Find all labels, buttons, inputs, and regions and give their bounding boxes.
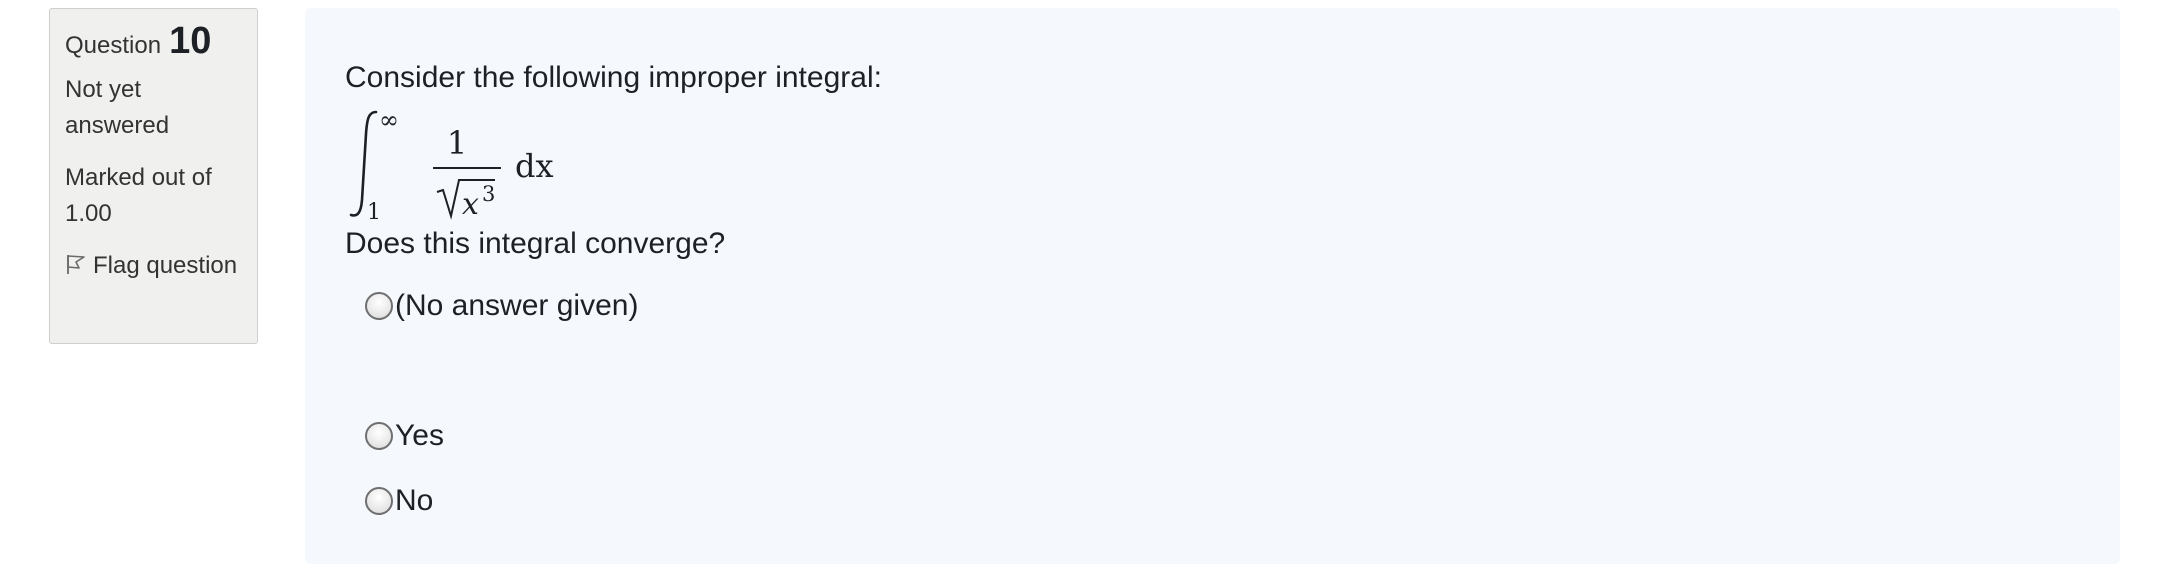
question-info-panel: Question 10 Not yet answered Marked out … xyxy=(49,8,258,344)
answer-option-no-answer[interactable]: (No answer given) xyxy=(365,286,2080,326)
question-number-heading: Question 10 xyxy=(65,20,242,64)
question-prompt: Does this integral converge? xyxy=(345,227,726,260)
question-content: Consider the following improper integral… xyxy=(305,8,2120,564)
question-state: Not yet answered xyxy=(65,76,170,139)
answer-label-no-answer: (No answer given) xyxy=(395,289,639,322)
question-grade: Marked out of 1.00 xyxy=(65,164,212,227)
integral-lower-limit: 1 xyxy=(367,200,381,224)
integral-formula: ∞ 1 1 x 3 dx xyxy=(345,104,2080,224)
answer-options: (No answer given) Yes No xyxy=(345,286,2080,521)
question-label: Question xyxy=(65,32,162,59)
radio-no-answer[interactable] xyxy=(365,292,393,320)
question-number: 10 xyxy=(169,20,212,62)
answer-label-yes: Yes xyxy=(395,419,444,452)
answer-option-yes[interactable]: Yes xyxy=(365,416,2080,456)
radio-yes[interactable] xyxy=(365,422,393,450)
flag-question-label: Flag question xyxy=(93,252,238,279)
flag-question-link[interactable]: Flag question xyxy=(65,248,242,284)
radicand-base: x xyxy=(462,187,479,222)
answer-option-no[interactable]: No xyxy=(365,481,2080,521)
radio-no[interactable] xyxy=(365,487,393,515)
answer-label-no: No xyxy=(395,484,434,517)
differential: dx xyxy=(515,147,554,185)
flag-icon xyxy=(67,255,85,274)
integral-upper-limit: ∞ xyxy=(379,106,399,134)
fraction-numerator: 1 xyxy=(447,124,467,162)
radicand-exponent: 3 xyxy=(482,182,495,206)
differential-text: dx xyxy=(515,147,554,185)
quiz-page: Question 10 Not yet answered Marked out … xyxy=(0,0,2160,585)
question-intro: Consider the following improper integral… xyxy=(345,61,882,94)
integral-svg: ∞ 1 1 x 3 dx xyxy=(349,106,554,224)
